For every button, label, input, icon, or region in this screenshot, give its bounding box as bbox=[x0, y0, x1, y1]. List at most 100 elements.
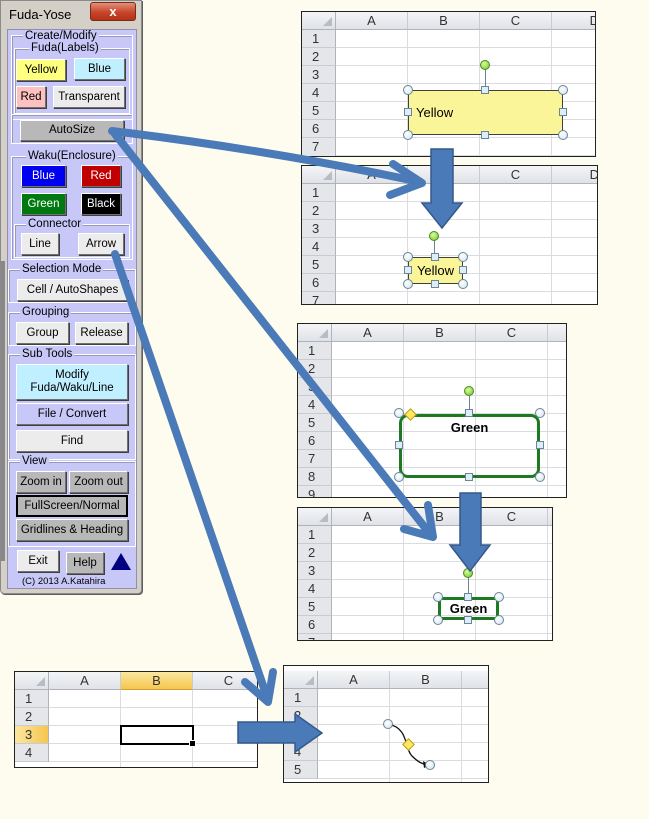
row-header[interactable]: 3 bbox=[298, 378, 332, 396]
row-header[interactable]: 1 bbox=[302, 184, 336, 202]
resize-handle[interactable] bbox=[394, 472, 404, 482]
rotation-handle[interactable] bbox=[480, 60, 490, 70]
row-header[interactable]: 1 bbox=[298, 526, 332, 544]
row-header[interactable]: 9 bbox=[298, 486, 332, 497]
row-header[interactable]: 7 bbox=[298, 634, 332, 640]
resize-handle[interactable] bbox=[431, 253, 439, 261]
zoom-in-button[interactable]: Zoom in bbox=[16, 471, 66, 493]
fuda-red-button[interactable]: Red bbox=[16, 86, 46, 108]
row-header[interactable]: 6 bbox=[302, 274, 336, 292]
select-all-corner[interactable] bbox=[302, 166, 336, 184]
resize-handle[interactable] bbox=[535, 408, 545, 418]
row-header[interactable]: 1 bbox=[298, 342, 332, 360]
col-header[interactable] bbox=[548, 324, 566, 342]
release-button[interactable]: Release bbox=[75, 322, 128, 344]
connector-line-button[interactable]: Line bbox=[21, 233, 59, 255]
resize-handle[interactable] bbox=[433, 592, 443, 602]
col-header[interactable]: B bbox=[408, 166, 480, 184]
row-header[interactable]: 2 bbox=[15, 708, 49, 726]
fullscreen-normal-button[interactable]: FullScreen/Normal bbox=[16, 495, 128, 517]
resize-handle[interactable] bbox=[465, 409, 473, 417]
row-header[interactable]: 1 bbox=[15, 690, 49, 708]
cell-autoshapes-button[interactable]: Cell / AutoShapes bbox=[17, 279, 128, 301]
row-header[interactable]: 4 bbox=[15, 744, 49, 762]
resize-handle[interactable] bbox=[458, 252, 468, 262]
resize-handle[interactable] bbox=[404, 108, 412, 116]
waku-black-button[interactable]: Black bbox=[81, 193, 121, 215]
title-bar[interactable]: Fuda-Yose x bbox=[1, 1, 141, 25]
active-cell-b3[interactable] bbox=[120, 725, 196, 747]
resize-handle[interactable] bbox=[395, 441, 403, 449]
resize-handle[interactable] bbox=[431, 280, 439, 288]
rotation-handle[interactable] bbox=[463, 568, 473, 578]
col-header[interactable]: D bbox=[552, 12, 595, 30]
row-header[interactable]: 2 bbox=[298, 544, 332, 562]
col-header[interactable]: A bbox=[336, 12, 408, 30]
col-header[interactable]: C bbox=[476, 324, 548, 342]
resize-handle[interactable] bbox=[464, 593, 472, 601]
resize-handle[interactable] bbox=[558, 130, 568, 140]
col-header[interactable]: C bbox=[480, 12, 552, 30]
row-header[interactable]: 4 bbox=[298, 396, 332, 414]
col-header[interactable]: C bbox=[476, 508, 548, 526]
resize-handle[interactable] bbox=[481, 86, 489, 94]
col-header[interactable]: D bbox=[552, 166, 597, 184]
row-header[interactable]: 7 bbox=[302, 138, 336, 156]
row-header[interactable]: 7 bbox=[302, 292, 336, 304]
waku-green-button[interactable]: Green bbox=[21, 193, 66, 215]
waku-blue-button[interactable]: Blue bbox=[21, 165, 66, 187]
row-header[interactable]: 7 bbox=[298, 450, 332, 468]
fuda-blue-button[interactable]: Blue bbox=[74, 58, 125, 80]
file-convert-button[interactable]: File / Convert bbox=[16, 403, 128, 425]
gridlines-heading-button[interactable]: Gridlines & Heading bbox=[16, 519, 128, 541]
resize-handle[interactable] bbox=[559, 108, 567, 116]
row-header[interactable]: 3 bbox=[298, 562, 332, 580]
resize-handle[interactable] bbox=[558, 85, 568, 95]
col-header[interactable]: A bbox=[332, 324, 404, 342]
connector-start-handle[interactable] bbox=[383, 719, 393, 729]
find-button[interactable]: Find bbox=[16, 430, 128, 452]
resize-handle[interactable] bbox=[535, 472, 545, 482]
row-header[interactable]: 4 bbox=[298, 580, 332, 598]
row-header-selected[interactable]: 3 bbox=[15, 726, 49, 744]
select-all-corner[interactable] bbox=[298, 324, 332, 342]
col-header[interactable]: C bbox=[193, 672, 257, 690]
resize-handle[interactable] bbox=[403, 85, 413, 95]
row-header[interactable]: 3 bbox=[302, 220, 336, 238]
resize-handle[interactable] bbox=[464, 616, 472, 624]
autosize-button[interactable]: AutoSize bbox=[20, 120, 124, 141]
col-header[interactable]: A bbox=[332, 508, 404, 526]
resize-handle[interactable] bbox=[481, 131, 489, 139]
fuda-transparent-button[interactable]: Transparent bbox=[53, 86, 125, 108]
help-button[interactable]: Help bbox=[66, 552, 104, 574]
row-header[interactable]: 3 bbox=[302, 66, 336, 84]
row-header[interactable]: 1 bbox=[302, 30, 336, 48]
row-header[interactable]: 6 bbox=[298, 432, 332, 450]
select-all-corner[interactable] bbox=[302, 12, 336, 30]
row-header[interactable]: 2 bbox=[302, 48, 336, 66]
col-header[interactable]: B bbox=[404, 324, 476, 342]
fuda-yellow-button[interactable]: Yellow bbox=[16, 59, 66, 81]
fuda-yellow-shape[interactable]: Yellow bbox=[408, 90, 563, 135]
resize-handle[interactable] bbox=[458, 279, 468, 289]
zoom-out-button[interactable]: Zoom out bbox=[69, 471, 128, 493]
triangle-up-icon[interactable] bbox=[111, 553, 131, 570]
col-header[interactable] bbox=[548, 508, 552, 526]
close-button[interactable]: x bbox=[90, 2, 136, 21]
row-header[interactable]: 6 bbox=[302, 120, 336, 138]
resize-handle[interactable] bbox=[494, 592, 504, 602]
waku-green-shape[interactable]: Green bbox=[399, 414, 540, 478]
connector-end-handle[interactable] bbox=[425, 760, 435, 770]
row-header[interactable]: 5 bbox=[298, 414, 332, 432]
connector-arrow-button[interactable]: Arrow bbox=[78, 233, 124, 255]
row-header[interactable]: 2 bbox=[298, 360, 332, 378]
resize-handle[interactable] bbox=[403, 252, 413, 262]
group-button[interactable]: Group bbox=[16, 322, 69, 344]
col-header[interactable]: B bbox=[408, 12, 480, 30]
row-header[interactable]: 4 bbox=[302, 238, 336, 256]
resize-handle[interactable] bbox=[394, 408, 404, 418]
col-header-selected[interactable]: B bbox=[121, 672, 193, 690]
resize-handle[interactable] bbox=[494, 615, 504, 625]
row-header[interactable]: 4 bbox=[302, 84, 336, 102]
col-header[interactable]: A bbox=[336, 166, 408, 184]
